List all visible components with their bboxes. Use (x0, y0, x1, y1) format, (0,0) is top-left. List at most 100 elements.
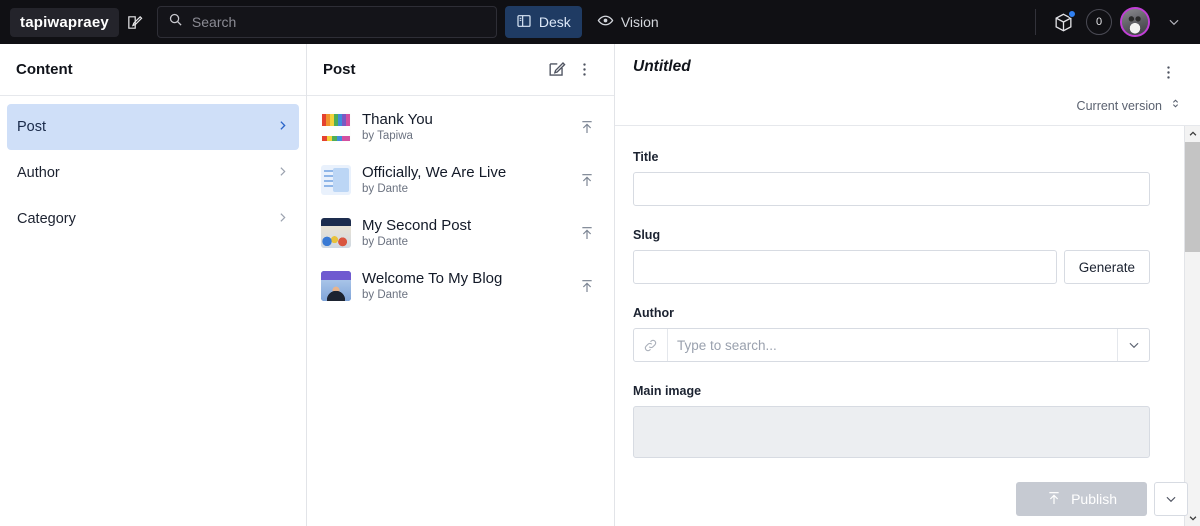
document-editor-pane: Untitled Current version Title Slug Gene… (615, 44, 1200, 526)
content-pane: Content Post Author Category (0, 44, 307, 526)
tab-desk[interactable]: Desk (504, 6, 582, 38)
editor-body: Title Slug Generate Author Type to searc… (615, 126, 1200, 526)
post-text: Thank You by Tapiwa (362, 111, 563, 143)
editor-scrollbar[interactable] (1184, 126, 1200, 526)
tab-vision[interactable]: Vision (586, 6, 670, 38)
publish-options-button[interactable] (1154, 482, 1188, 516)
post-thumbnail (321, 270, 351, 301)
post-list: Thank You by Tapiwa Officially, We Are L… (307, 96, 614, 312)
post-author: by Dante (362, 236, 409, 249)
field-author: Author (633, 306, 1150, 362)
field-slug: Slug Generate (633, 228, 1150, 284)
chevron-down-icon[interactable] (1158, 6, 1190, 38)
post-title: My Second Post (362, 216, 472, 234)
post-list-title: Post (323, 61, 356, 78)
editor-header: Untitled Current version (615, 44, 1200, 126)
post-thumbnail (321, 217, 351, 248)
search-placeholder: Search (191, 14, 237, 30)
main-panes: Content Post Author Category Post Thank … (0, 44, 1200, 526)
post-author: by Tapiwa (362, 130, 413, 143)
list-item[interactable]: Welcome To My Blog by Dante (307, 259, 614, 312)
generate-slug-button[interactable]: Generate (1063, 250, 1150, 284)
chevron-down-icon[interactable] (1117, 329, 1149, 361)
notification-dot (1068, 10, 1076, 18)
post-title: Welcome To My Blog (362, 269, 503, 287)
post-list-pane: Post Thank You by Tapiwa Officially, We … (307, 44, 615, 526)
publish-arrow-icon[interactable] (574, 119, 600, 135)
field-slug-label: Slug (633, 228, 661, 242)
field-title: Title (633, 150, 1150, 206)
workspace-logo[interactable]: tapiwapraey (10, 7, 119, 37)
list-item[interactable]: Officially, We Are Live by Dante (307, 153, 614, 206)
slug-row: Generate (633, 250, 1150, 284)
field-main-image-label: Main image (633, 384, 702, 398)
post-thumbnail (321, 111, 351, 142)
post-title: Officially, We Are Live (362, 163, 507, 181)
divider (1035, 9, 1036, 35)
publish-button[interactable]: Publish (1016, 482, 1147, 516)
editor-footer: Publish (1016, 482, 1188, 516)
search-input[interactable]: Search (156, 6, 497, 38)
field-author-label: Author (633, 306, 674, 320)
status-count-badge[interactable]: 0 (1086, 9, 1112, 35)
avatar[interactable] (1120, 7, 1150, 37)
content-pane-header: Content (0, 44, 306, 96)
package-icon[interactable] (1048, 7, 1078, 37)
scrollbar-thumb[interactable] (1185, 142, 1200, 253)
chevron-right-icon (276, 211, 289, 227)
sidebar-item-post[interactable]: Post (7, 104, 299, 150)
post-author: by Dante (362, 183, 409, 196)
kebab-menu-icon[interactable] (570, 56, 598, 84)
sidebar-item-label: Author (17, 165, 60, 181)
list-item[interactable]: Thank You by Tapiwa (307, 100, 614, 153)
page-title: Untitled (633, 58, 691, 75)
chevron-right-icon (276, 165, 289, 181)
sidebar-item-category[interactable]: Category (7, 196, 299, 242)
top-bar-right: 0 (1035, 0, 1190, 44)
author-reference-input[interactable] (633, 328, 1150, 362)
editor-title-row: Untitled (633, 58, 1182, 86)
version-selector[interactable]: Current version (633, 86, 1182, 125)
post-text: Officially, We Are Live by Dante (362, 164, 563, 196)
tab-vision-label: Vision (620, 14, 659, 30)
editor-form: Title Slug Generate Author Type to searc… (615, 126, 1184, 526)
nav-tabs: Desk Vision (504, 6, 670, 38)
top-bar: tapiwapraey Search Desk Vision 0 (0, 0, 1200, 44)
post-list-header: Post (307, 44, 614, 96)
desk-icon (516, 13, 532, 32)
chevron-right-icon (276, 119, 289, 135)
kebab-menu-icon[interactable] (1154, 58, 1182, 86)
publish-arrow-icon (1046, 490, 1062, 509)
post-text: My Second Post by Dante (362, 217, 563, 249)
publish-arrow-icon[interactable] (574, 278, 600, 294)
post-thumbnail (321, 164, 351, 195)
compose-icon[interactable] (119, 6, 151, 38)
title-input[interactable] (633, 172, 1150, 206)
sidebar-item-author[interactable]: Author (7, 150, 299, 196)
avatar-image (1122, 9, 1148, 35)
link-icon (634, 329, 668, 361)
search-icon (168, 12, 183, 32)
slug-input[interactable] (633, 250, 1057, 284)
publish-arrow-icon[interactable] (574, 172, 600, 188)
tab-desk-label: Desk (538, 14, 571, 30)
post-text: Welcome To My Blog by Dante (362, 270, 563, 302)
version-label: Current version (1076, 99, 1162, 113)
content-type-list: Post Author Category (0, 96, 306, 242)
chevron-up-icon[interactable] (1185, 126, 1200, 142)
publish-arrow-icon[interactable] (574, 225, 600, 241)
post-title: Thank You (362, 110, 433, 128)
content-pane-title: Content (16, 61, 73, 78)
author-search-input[interactable] (668, 337, 1117, 353)
eye-icon (597, 12, 614, 32)
publish-button-label: Publish (1071, 491, 1117, 507)
field-main-image: Main image (633, 384, 1150, 458)
list-item[interactable]: My Second Post by Dante (307, 206, 614, 259)
scrollbar-track[interactable] (1185, 142, 1200, 510)
app-root: tapiwapraey Search Desk Vision 0 Content… (0, 0, 1200, 526)
compose-icon[interactable] (542, 56, 570, 84)
main-image-dropzone[interactable] (633, 406, 1150, 458)
post-author: by Dante (362, 289, 409, 302)
sidebar-item-label: Post (17, 119, 47, 135)
field-title-label: Title (633, 150, 659, 164)
